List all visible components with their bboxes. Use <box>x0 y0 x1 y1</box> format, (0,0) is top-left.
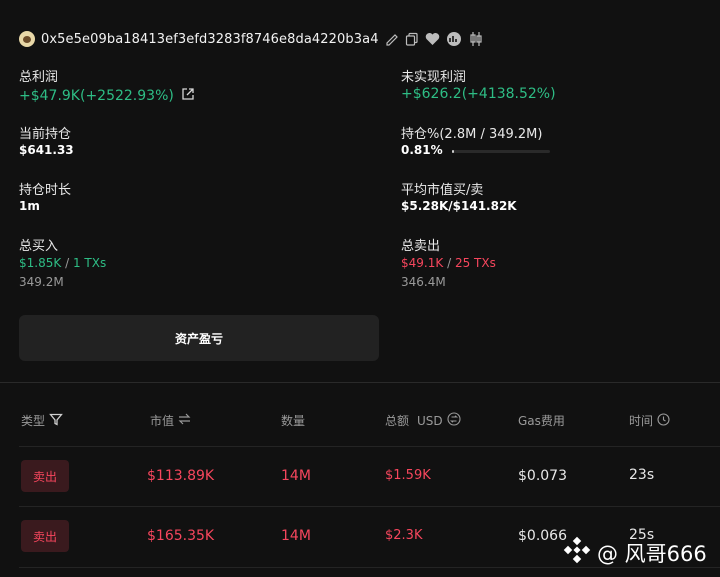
col-type-header[interactable]: 类型 <box>21 412 63 429</box>
currency-icon[interactable] <box>447 412 461 429</box>
wallet-address[interactable]: 0x5e5e09ba18413ef3efd3283f8746e8da4220b3… <box>41 32 379 47</box>
sell-separator: / <box>447 256 452 270</box>
col-total-usd: USD <box>417 413 443 428</box>
buy-txs: 1 TXs <box>72 256 107 270</box>
qty-cell: 14M <box>281 528 311 544</box>
col-mc-header[interactable]: 市值 <box>150 412 191 429</box>
total-profit-row: +$47.9K(+2522.93%) <box>19 86 195 105</box>
col-time-header[interactable]: 时间 <box>629 412 670 429</box>
col-gas-header: Gas费用 <box>518 412 565 429</box>
type-badge: 卖出 <box>21 520 69 552</box>
watermark: @ 风哥666 <box>563 536 707 569</box>
col-qty-header: 数量 <box>281 412 305 429</box>
qty-cell: 14M <box>281 468 311 484</box>
col-mc-label: 市值 <box>150 414 175 428</box>
copy-icon[interactable] <box>405 32 419 46</box>
col-time-label: 时间 <box>629 414 654 428</box>
gas-cell: $0.066 <box>518 528 567 544</box>
avg-mc-label: 平均市值买/卖 <box>401 183 484 198</box>
gas-cell: $0.073 <box>518 468 567 484</box>
time-cell: 23s <box>629 467 655 483</box>
avg-mc-value: $5.28K/$141.82K <box>401 199 517 213</box>
total-buy-row: $1.85K / 1 TXs <box>19 256 106 270</box>
holding-progress-bar <box>452 150 550 153</box>
mc-cell: $113.89K <box>147 468 215 484</box>
filter-icon[interactable] <box>49 413 63 429</box>
total-cell: $2.3K <box>385 528 423 543</box>
section-divider <box>0 382 720 383</box>
asset-pnl-button[interactable]: 资产盈亏 <box>19 315 379 361</box>
external-link-icon[interactable] <box>181 86 195 105</box>
watermark-text: @ 风哥666 <box>597 541 707 566</box>
unrealized-profit-label: 未实现利润 <box>401 70 467 85</box>
holding-pct-value: 0.81% <box>401 143 443 157</box>
col-type-label: 类型 <box>21 414 46 428</box>
total-cell: $1.59K <box>385 468 431 483</box>
diamond-logo-icon <box>563 536 591 569</box>
sell-txs: 25 TXs <box>454 256 496 270</box>
wallet-header: 0x5e5e09ba18413ef3efd3283f8746e8da4220b3… <box>19 29 484 49</box>
sell-amount: $49.1K <box>401 256 444 270</box>
col-gas-label: Gas费用 <box>518 414 565 428</box>
holding-progress-fill <box>452 150 454 153</box>
table-row[interactable]: 卖出 $113.89K 14M $1.59K $0.073 23s <box>0 447 720 506</box>
total-buy-label: 总买入 <box>19 239 59 254</box>
clock-icon[interactable] <box>657 412 670 429</box>
buy-separator: / <box>65 256 70 270</box>
total-profit-label: 总利润 <box>19 70 59 85</box>
col-total-header[interactable]: 总额 USD <box>385 412 461 429</box>
col-qty-label: 数量 <box>281 414 306 428</box>
mc-cell: $165.35K <box>147 528 215 544</box>
edit-icon[interactable] <box>385 32 399 46</box>
avatar <box>19 31 35 47</box>
total-profit-value: +$47.9K(+2522.93%) <box>19 87 174 104</box>
buy-amount: $1.85K <box>19 256 62 270</box>
explorer-icon[interactable] <box>446 31 462 47</box>
type-badge: 卖出 <box>21 460 69 492</box>
heart-icon[interactable] <box>425 32 440 46</box>
candlestick-icon[interactable] <box>468 31 484 47</box>
holding-pct-label: 持仓%(2.8M / 349.2M) <box>401 127 543 142</box>
total-sell-label: 总卖出 <box>401 239 441 254</box>
sell-quantity: 346.4M <box>401 275 446 289</box>
swap-icon[interactable] <box>178 413 191 428</box>
buy-quantity: 349.2M <box>19 275 64 289</box>
duration-value: 1m <box>19 199 40 213</box>
duration-label: 持仓时长 <box>19 183 72 198</box>
holding-value: $641.33 <box>19 143 74 157</box>
unrealized-profit-value: +$626.2(+4138.52%) <box>401 86 556 102</box>
total-sell-row: $49.1K / 25 TXs <box>401 256 496 270</box>
holding-label: 当前持仓 <box>19 127 72 142</box>
col-total-label: 总额 <box>385 414 410 428</box>
